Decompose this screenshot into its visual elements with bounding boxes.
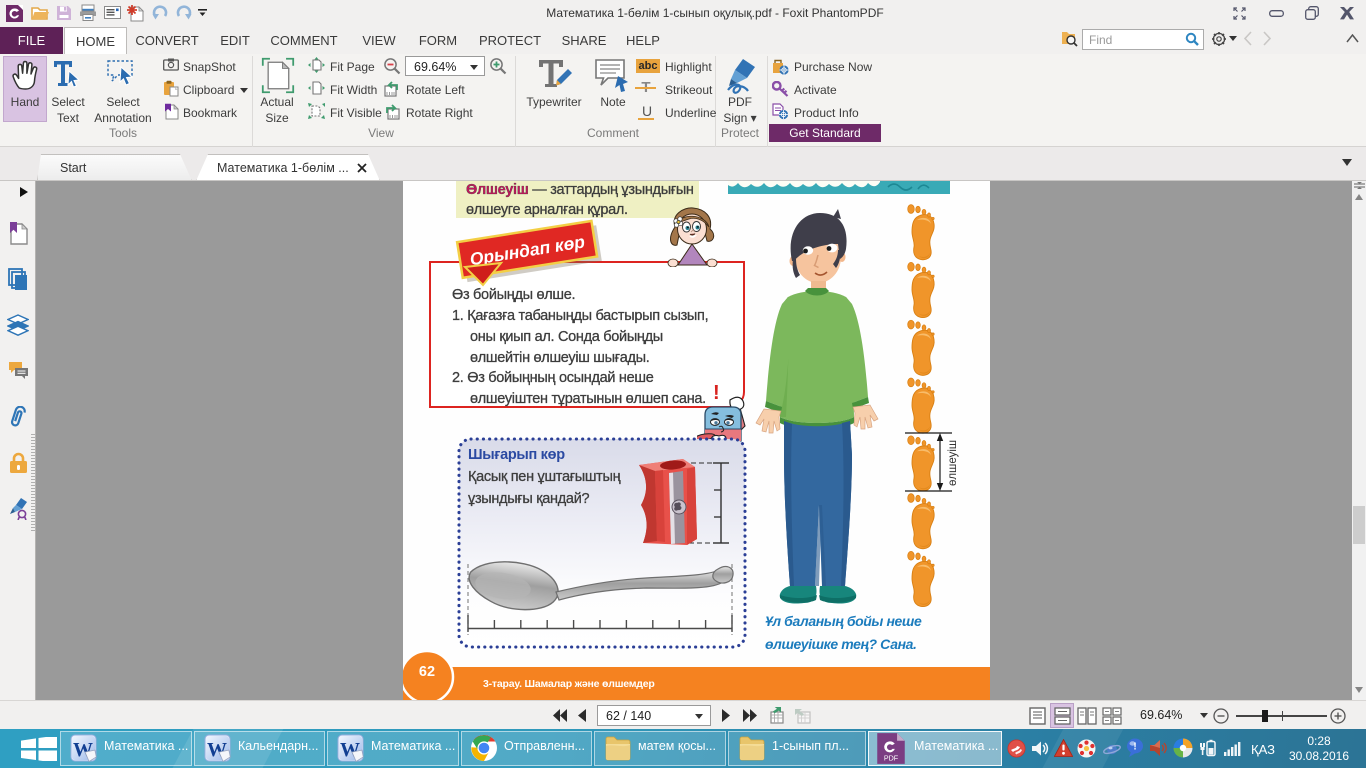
svg-text:PDF: PDF — [884, 755, 899, 763]
svg-text:!: ! — [713, 382, 720, 404]
svg-text:62: 62 — [419, 664, 435, 680]
svg-text:!: ! — [1133, 742, 1136, 753]
